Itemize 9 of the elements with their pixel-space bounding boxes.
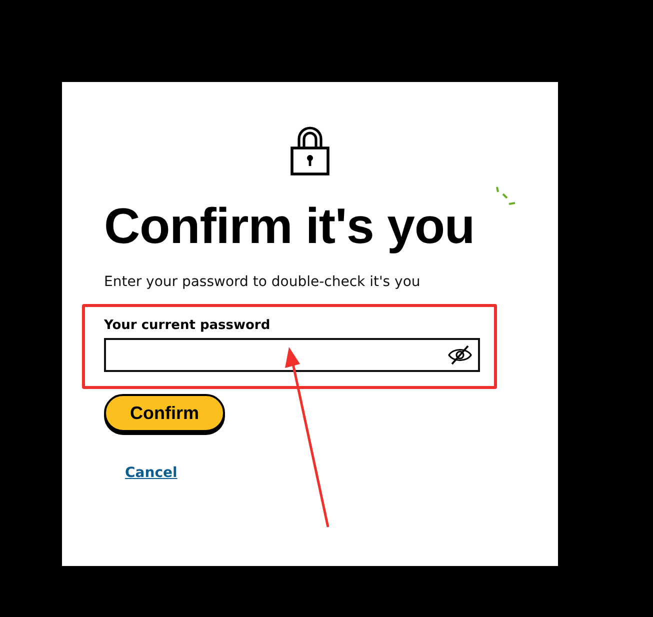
- dialog-title: Confirm it's you: [104, 198, 475, 254]
- confirm-button[interactable]: Confirm: [104, 394, 225, 432]
- dialog-subtitle: Enter your password to double-check it's you: [104, 273, 420, 292]
- password-field[interactable]: [104, 338, 480, 372]
- padlock-icon: [290, 126, 330, 176]
- cancel-link[interactable]: Cancel: [125, 465, 178, 481]
- eye-slash-icon[interactable]: [448, 345, 472, 365]
- field-label: Your current password: [104, 317, 270, 335]
- sparkle-icon: [495, 186, 517, 206]
